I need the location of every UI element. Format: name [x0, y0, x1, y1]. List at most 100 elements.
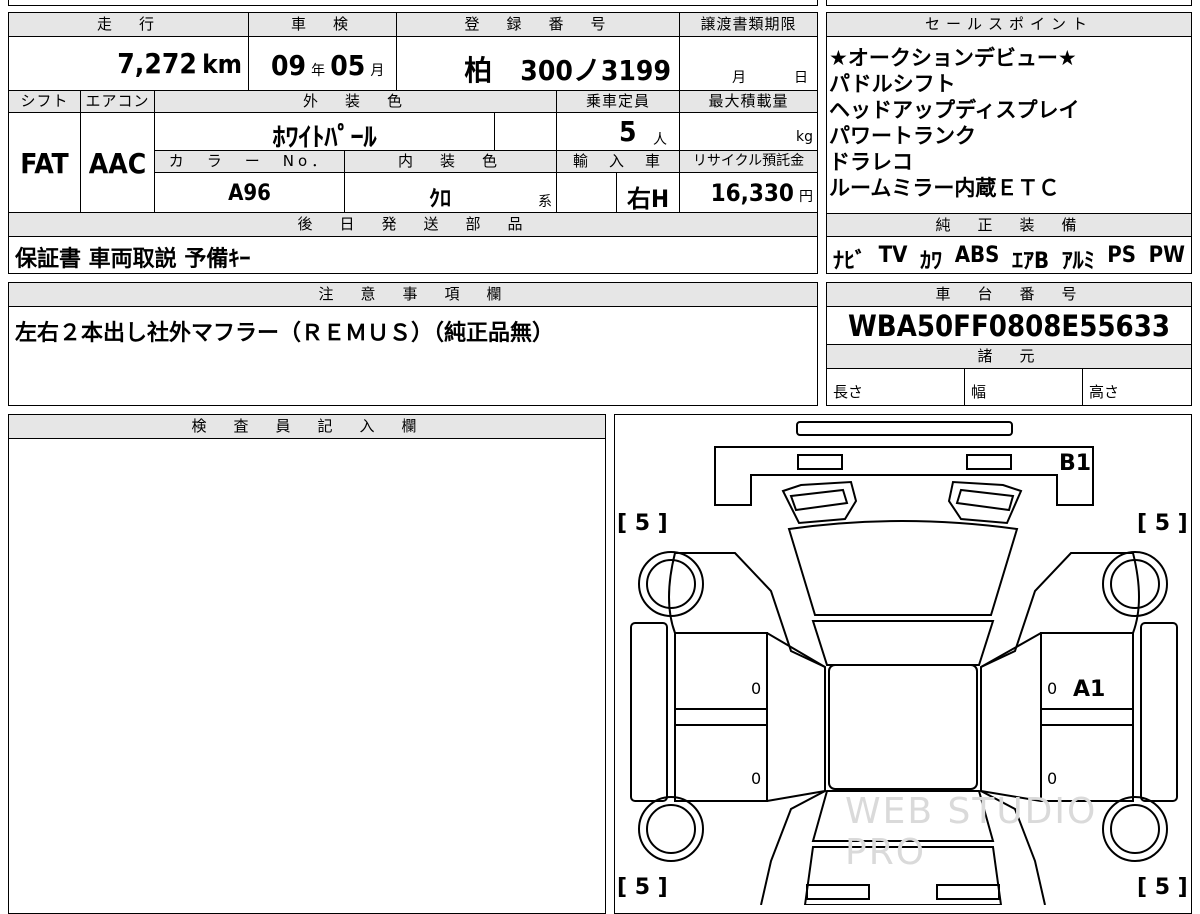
header-registration: 登 録 番 号	[397, 13, 680, 37]
shift-cell: FAT	[9, 113, 81, 213]
import-value: 右H	[626, 185, 670, 213]
vehicle-info-table: 走 行 車 検 登 録 番 号 譲渡書類期限 7,272 km 09 年 05 …	[8, 12, 818, 274]
equipment-item: ｱﾙﾐ	[1061, 249, 1095, 274]
top-clipped-strip	[8, 0, 1192, 6]
header-aircon: エアコン	[81, 91, 155, 113]
door-mark-left-front: 0	[751, 679, 762, 698]
inspection-month-unit: 月	[370, 63, 385, 79]
sales-points-list: ★オークションデビュー★ パドルシフト ヘッドアップディスプレイ パワートランク…	[829, 45, 1080, 201]
header-color-no: カ ラ ー No．	[155, 151, 345, 173]
sales-point: ドラレコ	[829, 150, 913, 174]
inspector-header: 検 査 員 記 入 欄	[9, 415, 605, 439]
door-mark-right-front: 0	[1047, 679, 1058, 698]
header-exterior-color: 外 装 色	[155, 91, 557, 113]
equipment-list: ﾅﾋﾞ TV ｶﾜ ABS ｴｱB ｱﾙﾐ PS PW	[833, 243, 1185, 275]
capacity-cell: 5 人	[557, 113, 680, 151]
interior-color-cell: ｸﾛ 系	[345, 173, 557, 213]
equipment-item: PW	[1148, 243, 1185, 268]
damage-diagram-panel: WEB STUDIO PRO [ 5 ] [ 5 ] [ 5 ] [ 5 ] B…	[614, 414, 1192, 914]
interior-color-suffix: 系	[538, 194, 552, 210]
equipment-item: TV	[878, 243, 908, 268]
color-no-cell: A96	[155, 173, 345, 213]
equipment-item: PS	[1107, 243, 1137, 268]
sales-point: パワートランク	[829, 124, 976, 148]
spec-height: 高さ	[1083, 369, 1191, 405]
equipment-header: 純 正 装 備	[827, 213, 1191, 237]
max-load-cell: kg	[680, 113, 817, 151]
later-parts-cell: 保証書 車両取説 予備ｷｰ	[9, 237, 817, 273]
spec-length: 長さ	[827, 369, 965, 405]
chassis-number-value: WBA50FF0808E55633	[847, 309, 1171, 343]
spec-length-label: 長さ	[833, 383, 864, 401]
equipment-item: ﾅﾋﾞ	[833, 249, 867, 274]
sales-points-panel: セールスポイント ★オークションデビュー★ パドルシフト ヘッドアップディスプレ…	[826, 12, 1192, 274]
header-mileage: 走 行	[9, 13, 249, 37]
notes-panel: 注 意 事 項 欄 左右２本出し社外マフラー（ＲＥＭＵＳ）（純正品無）	[8, 282, 818, 406]
import-blank-cell	[557, 173, 617, 213]
recycle-fee-unit: 円	[799, 189, 813, 205]
inspector-panel: 検 査 員 記 入 欄	[8, 414, 606, 914]
notes-header: 注 意 事 項 欄	[9, 283, 817, 307]
equipment-item: ABS	[954, 243, 1000, 268]
interior-color-value: ｸﾛ	[429, 187, 452, 212]
spec-height-label: 高さ	[1089, 383, 1120, 401]
inspection-month: 05	[330, 49, 366, 82]
equipment-item: ｴｱB	[1011, 249, 1050, 274]
recycle-fee-value: 16,330	[710, 179, 794, 207]
chassis-panel: 車 台 番 号 WBA50FF0808E55633 諸 元 長さ 幅 高さ	[826, 282, 1192, 406]
header-interior-color: 内 装 色	[345, 151, 557, 173]
chassis-header: 車 台 番 号	[827, 283, 1191, 307]
aircon-value: AAC	[88, 147, 147, 180]
sales-point: ★オークションデビュー★	[829, 46, 1077, 70]
spec-width: 幅	[965, 369, 1083, 405]
deadline-day-unit: 日	[794, 70, 808, 86]
header-later-parts: 後 日 発 送 部 品	[9, 213, 817, 237]
chassis-number-cell: WBA50FF0808E55633	[827, 307, 1191, 345]
door-mark-right-rear: 0	[1047, 769, 1058, 788]
door-mark-left-rear: 0	[751, 769, 762, 788]
later-parts-value: 保証書 車両取説 予備ｷｰ	[15, 247, 251, 272]
deadline-month-unit: 月	[732, 70, 746, 86]
capacity-unit: 人	[653, 132, 667, 148]
mileage-value: 7,272	[117, 47, 197, 80]
sales-point: パドルシフト	[829, 72, 956, 96]
tire-rear-left-score: [ 5 ]	[617, 875, 668, 900]
header-shift: シフト	[9, 91, 81, 113]
tire-front-left-score: [ 5 ]	[617, 511, 668, 536]
inspection-year-unit: 年	[311, 63, 326, 79]
registration-cell: 柏 300ノ3199	[397, 37, 680, 91]
exterior-extra-cell	[495, 113, 557, 151]
damage-mark-b1: B1	[1059, 451, 1092, 476]
aircon-cell: AAC	[81, 113, 155, 213]
specs-header: 諸 元	[827, 345, 1191, 369]
exterior-color-cell: ﾎﾜｲﾄﾊﾟｰﾙ	[155, 113, 495, 151]
inspection-cell: 09 年 05 月	[249, 37, 397, 91]
recycle-fee-cell: 16,330 円	[680, 173, 817, 213]
watermark: WEB STUDIO PRO	[845, 791, 1098, 873]
damage-mark-a1: A1	[1073, 677, 1106, 702]
header-capacity: 乗車定員	[557, 91, 680, 113]
inspection-year: 09	[271, 49, 307, 82]
header-import: 輸 入 車	[557, 151, 680, 173]
registration-value: 柏 300ノ3199	[464, 54, 671, 87]
spec-width-label: 幅	[971, 383, 987, 401]
equipment-item: ｶﾜ	[920, 249, 943, 274]
header-inspection: 車 検	[249, 13, 397, 37]
capacity-value: 5	[619, 115, 637, 148]
header-max-load: 最大積載量	[680, 91, 817, 113]
exterior-color-value: ﾎﾜｲﾄﾊﾟｰﾙ	[272, 123, 377, 151]
transfer-deadline-cell: 月 日	[680, 37, 817, 91]
mileage-unit: km	[202, 50, 242, 80]
import-cell: 右H	[617, 173, 680, 213]
tire-front-right-score: [ 5 ]	[1137, 511, 1188, 536]
header-recycle-fee: リサイクル預託金	[680, 151, 817, 173]
max-load-unit: kg	[796, 129, 813, 145]
shift-value: FAT	[20, 147, 69, 180]
notes-text: 左右２本出し社外マフラー（ＲＥＭＵＳ）（純正品無）	[15, 321, 555, 346]
mileage-cell: 7,272 km	[9, 37, 249, 91]
sales-point: ルームミラー内蔵ＥＴＣ	[829, 176, 1060, 200]
header-transfer-deadline: 譲渡書類期限	[680, 13, 817, 37]
sales-point: ヘッドアップディスプレイ	[829, 98, 1080, 122]
color-no-value: A96	[228, 181, 271, 206]
sales-points-header: セールスポイント	[827, 13, 1191, 37]
